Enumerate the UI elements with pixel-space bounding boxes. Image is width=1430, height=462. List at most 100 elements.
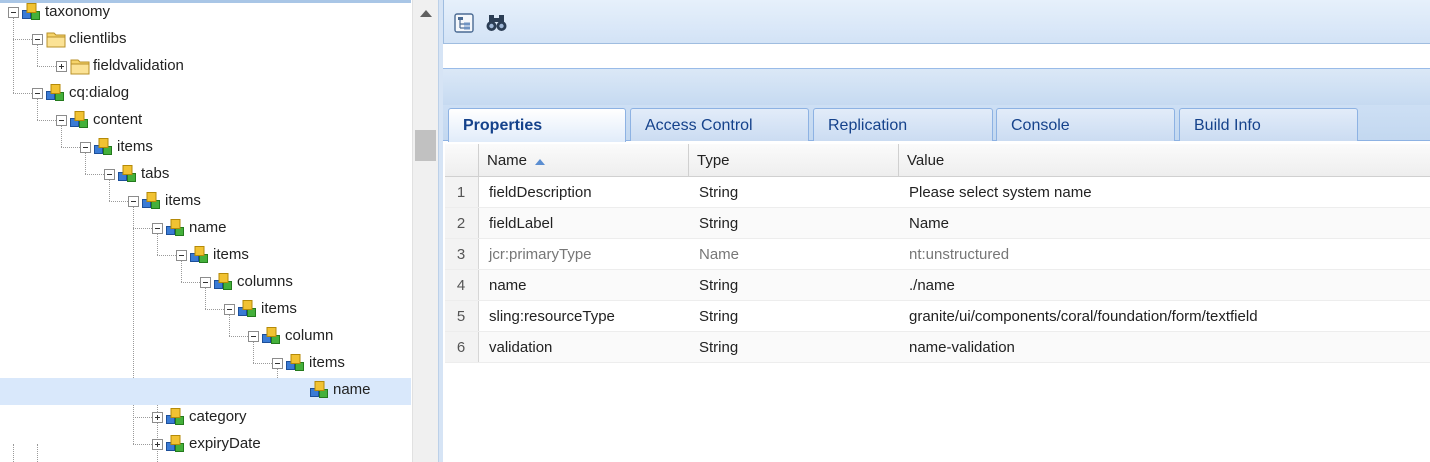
tree-node[interactable]: column [0, 324, 411, 351]
collapse-icon[interactable] [248, 331, 259, 342]
tree-node[interactable]: taxonomy [0, 0, 411, 27]
folder-icon [45, 28, 67, 50]
property-value-cell[interactable]: nt:unstructured [899, 239, 1430, 269]
properties-panel: Properties Access Control Replication Co… [443, 0, 1430, 462]
property-name-cell[interactable]: fieldDescription [479, 177, 689, 207]
node-icon [237, 298, 259, 320]
tab-properties[interactable]: Properties [448, 108, 626, 142]
collapse-icon[interactable] [200, 277, 211, 288]
property-value-cell-text: Name [909, 215, 950, 232]
tree-node-label: taxonomy [45, 3, 111, 20]
collapse-icon[interactable] [80, 142, 91, 153]
tree-panel: taxonomy clientlibs fieldvalidation cq:dial… [0, 0, 411, 462]
property-name-cell[interactable]: validation [479, 332, 689, 362]
grid-header: Name Type Value [445, 144, 1430, 177]
property-value-cell-text: ./name [909, 277, 955, 294]
column-header-type[interactable]: Type [689, 144, 899, 177]
tree-node[interactable]: items [0, 351, 411, 378]
table-row[interactable]: 3 jcr:primaryType Name nt:unstructured [445, 239, 1430, 270]
tree-node[interactable]: columns [0, 270, 411, 297]
tree-scrollbar[interactable] [412, 0, 438, 462]
tree-node-label: column [285, 327, 334, 344]
folder-icon [69, 55, 91, 77]
collapse-icon[interactable] [272, 358, 283, 369]
tree-node[interactable]: items [0, 243, 411, 270]
property-type-cell-text: String [699, 339, 739, 356]
table-row[interactable]: 2 fieldLabel String Name [445, 208, 1430, 239]
collapse-icon[interactable] [8, 7, 19, 18]
property-value-cell-text: Please select system name [909, 184, 1092, 201]
node-icon [189, 244, 211, 266]
find-button[interactable] [485, 12, 507, 34]
property-value-cell[interactable]: Please select system name [899, 177, 1430, 207]
binoculars-icon [486, 15, 507, 31]
property-name-cell-text: jcr:primaryType [489, 246, 592, 263]
property-type-cell[interactable]: Name [689, 239, 899, 269]
property-value-cell-text: name-validation [909, 339, 1015, 356]
property-type-cell-text: String [699, 308, 739, 325]
property-name-cell[interactable]: name [479, 270, 689, 300]
tree-view-icon [454, 13, 474, 33]
tree-node[interactable]: name [0, 378, 411, 405]
collapse-icon[interactable] [152, 223, 163, 234]
tree-node[interactable]: fieldvalidation [0, 54, 411, 81]
property-type-cell[interactable]: String [689, 208, 899, 238]
tab-console[interactable]: Console [996, 108, 1175, 141]
property-type-cell[interactable]: String [689, 301, 899, 331]
property-name-cell[interactable]: fieldLabel [479, 208, 689, 238]
tree-node-label: cq:dialog [69, 84, 130, 101]
tree-node[interactable]: content [0, 108, 411, 135]
property-type-cell[interactable]: String [689, 270, 899, 300]
row-number: 3 [445, 239, 479, 269]
table-row[interactable]: 1 fieldDescription String Please select sys… [445, 177, 1430, 208]
tree-node-label: category [189, 408, 247, 425]
tree-node[interactable]: items [0, 297, 411, 324]
table-row[interactable]: 4 name String ./name [445, 270, 1430, 301]
property-name-cell[interactable]: sling:resourceType [479, 301, 689, 331]
tree-node[interactable]: name [0, 216, 411, 243]
column-header-value[interactable]: Value [899, 144, 1430, 177]
property-name-cell[interactable]: jcr:primaryType [479, 239, 689, 269]
node-icon [165, 433, 187, 455]
tree-node[interactable]: category [0, 405, 411, 432]
node-icon [261, 325, 283, 347]
collapse-icon[interactable] [128, 196, 139, 207]
collapse-icon[interactable] [56, 115, 67, 126]
table-row[interactable]: 5 sling:resourceType String granite/ui/comp… [445, 301, 1430, 332]
collapse-icon[interactable] [32, 34, 43, 45]
property-type-cell-text: String [699, 277, 739, 294]
scroll-up-icon[interactable] [420, 10, 432, 17]
property-type-cell[interactable]: String [689, 332, 899, 362]
expand-icon[interactable] [152, 439, 163, 450]
expand-icon[interactable] [56, 61, 67, 72]
collapse-icon[interactable] [32, 88, 43, 99]
property-value-cell[interactable]: granite/ui/components/coral/foundation/f… [899, 301, 1430, 331]
tab-access-control[interactable]: Access Control [630, 108, 809, 141]
tree-node[interactable]: cq:dialog [0, 81, 411, 108]
tree-view-button[interactable] [453, 12, 475, 34]
collapse-icon[interactable] [176, 250, 187, 261]
tree-node[interactable]: items [0, 135, 411, 162]
row-number: 5 [445, 301, 479, 331]
collapse-icon[interactable] [224, 304, 235, 315]
column-header-name[interactable]: Name [479, 144, 689, 177]
tab-build-info[interactable]: Build Info [1179, 108, 1358, 141]
tree-node[interactable]: expiryDate [0, 432, 411, 459]
property-value-cell[interactable]: name-validation [899, 332, 1430, 362]
tree-node-label: items [213, 246, 249, 263]
scroll-thumb[interactable] [415, 130, 436, 161]
tree-node[interactable]: tabs [0, 162, 411, 189]
table-row[interactable]: 6 validation String name-validation [445, 332, 1430, 363]
property-name-cell-text: sling:resourceType [489, 308, 615, 325]
property-name-cell-text: fieldLabel [489, 215, 554, 232]
collapse-icon[interactable] [104, 169, 115, 180]
tree-node[interactable]: items [0, 189, 411, 216]
tab-replication[interactable]: Replication [813, 108, 993, 141]
tree-node[interactable]: clientlibs [0, 27, 411, 54]
expand-icon[interactable] [152, 412, 163, 423]
property-value-cell[interactable]: ./name [899, 270, 1430, 300]
tab-label: Build Info [1194, 117, 1261, 134]
property-value-cell[interactable]: Name [899, 208, 1430, 238]
panel-header [443, 68, 1430, 105]
property-type-cell[interactable]: String [689, 177, 899, 207]
